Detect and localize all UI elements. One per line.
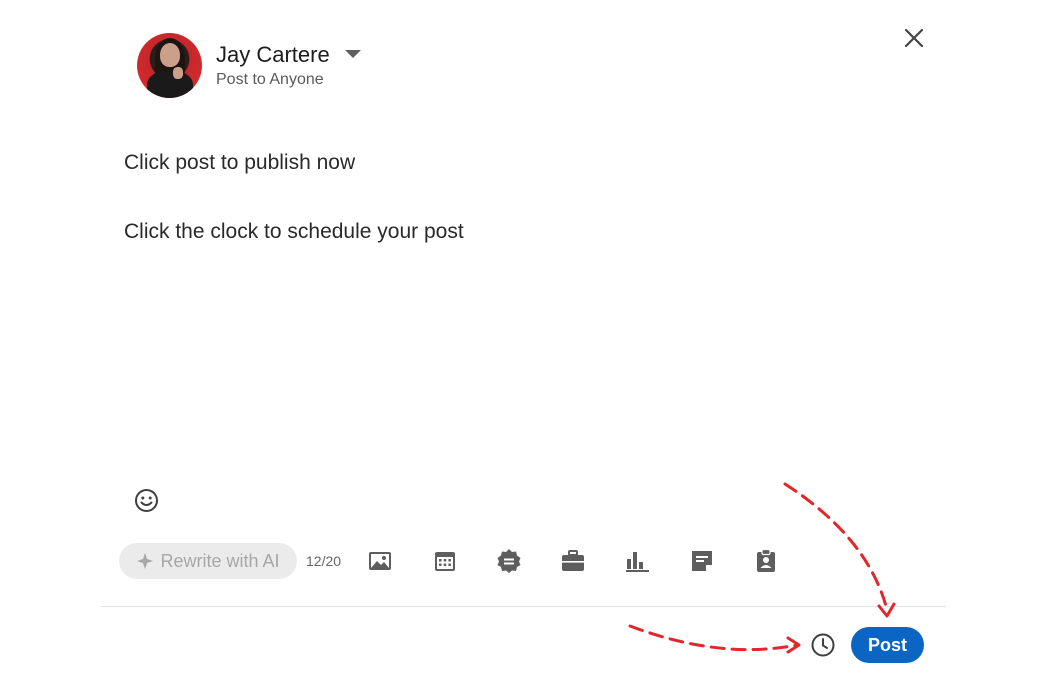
poll-chart-icon[interactable] — [623, 547, 651, 575]
close-icon[interactable] — [901, 25, 927, 51]
avatar — [137, 33, 202, 98]
photo-icon[interactable] — [366, 547, 394, 575]
calendar-event-icon[interactable] — [431, 547, 459, 575]
arrow-to-post-button — [783, 482, 888, 608]
character-count: 12/20 — [306, 553, 342, 569]
post-text-line-2[interactable]: Click the clock to schedule your post — [124, 220, 464, 244]
footer-divider — [101, 606, 946, 607]
celebrate-badge-icon[interactable] — [495, 547, 523, 575]
post-button[interactable]: Post — [851, 627, 924, 663]
rewrite-with-ai-button[interactable]: Rewrite with AI — [119, 543, 297, 579]
smiley-icon[interactable] — [133, 487, 160, 514]
rewrite-label: Rewrite with AI — [160, 550, 280, 571]
caret-down-icon[interactable] — [345, 50, 361, 58]
clock-icon[interactable] — [810, 632, 836, 658]
audience-label[interactable]: Post to Anyone — [216, 71, 324, 89]
annotation-arrows — [628, 482, 896, 654]
briefcase-job-icon[interactable] — [559, 547, 587, 575]
document-icon[interactable] — [688, 547, 716, 575]
post-text-line-1[interactable]: Click post to publish now — [124, 151, 355, 175]
sparkle-icon — [137, 553, 154, 569]
user-name[interactable]: Jay Cartere — [216, 42, 330, 68]
arrow-to-clock — [628, 624, 799, 652]
hiring-badge-icon[interactable] — [752, 547, 780, 575]
